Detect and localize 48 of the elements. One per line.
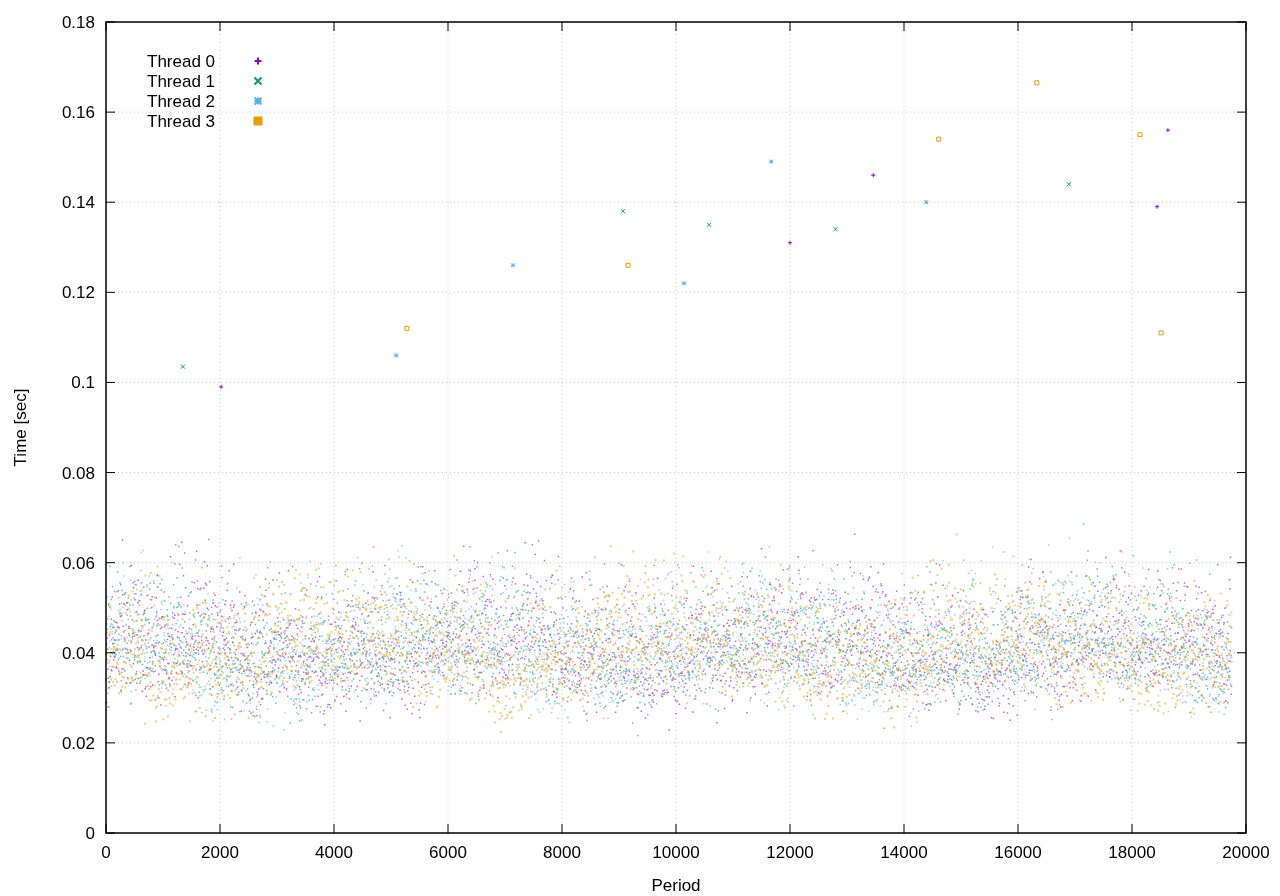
tick-label: 12000 xyxy=(766,843,814,862)
tick-label: 0.12 xyxy=(61,283,95,303)
data-point xyxy=(706,222,712,228)
data-point xyxy=(510,262,516,268)
legend-label: Thread 1 xyxy=(147,72,216,91)
data-point xyxy=(787,240,793,246)
tick-label: 16000 xyxy=(994,843,1042,862)
data-point xyxy=(936,136,942,142)
tick-label: 4000 xyxy=(315,843,353,862)
tick-label: 0.02 xyxy=(61,733,95,753)
tick-label: 0 xyxy=(85,824,95,843)
legend-label: Thread 2 xyxy=(147,92,216,111)
tick-label: 8000 xyxy=(543,843,581,862)
tick-label: 20000 xyxy=(1222,843,1270,862)
data-point xyxy=(768,159,774,165)
tick-label: 0.08 xyxy=(61,463,95,483)
data-point xyxy=(620,208,626,214)
tick-label: 0.04 xyxy=(61,643,95,663)
tick-label: 2000 xyxy=(201,843,239,862)
tick-label: 10000 xyxy=(652,843,700,862)
tick-label: 0.16 xyxy=(61,103,95,123)
tick-label: 18000 xyxy=(1108,843,1156,862)
data-point xyxy=(833,226,839,232)
tick-label: 0.06 xyxy=(61,553,95,573)
tick-label: 6000 xyxy=(429,843,467,862)
data-point xyxy=(1034,80,1040,86)
tick-label: 0.14 xyxy=(61,193,95,213)
data-point xyxy=(681,280,687,286)
data-point xyxy=(180,364,186,370)
legend-label: Thread 3 xyxy=(147,112,216,131)
axis-title: Time [sec] xyxy=(11,388,30,467)
data-point xyxy=(218,384,224,390)
tick-label: 0.1 xyxy=(71,373,95,393)
data-point xyxy=(1066,181,1072,187)
data-point xyxy=(1165,127,1171,133)
tick-label: 14000 xyxy=(880,843,928,862)
data-point xyxy=(1137,132,1143,138)
axis-title: Period xyxy=(651,876,701,895)
tick-label: 0 xyxy=(101,843,111,862)
data-point xyxy=(870,172,876,178)
legend-label: Thread 0 xyxy=(147,52,216,71)
data-point xyxy=(625,262,631,268)
data-point xyxy=(404,325,410,331)
data-point xyxy=(1154,204,1160,210)
tick-label: 0.18 xyxy=(61,13,95,32)
data-point xyxy=(393,352,399,358)
data-point xyxy=(923,199,929,205)
data-point xyxy=(1158,330,1164,336)
